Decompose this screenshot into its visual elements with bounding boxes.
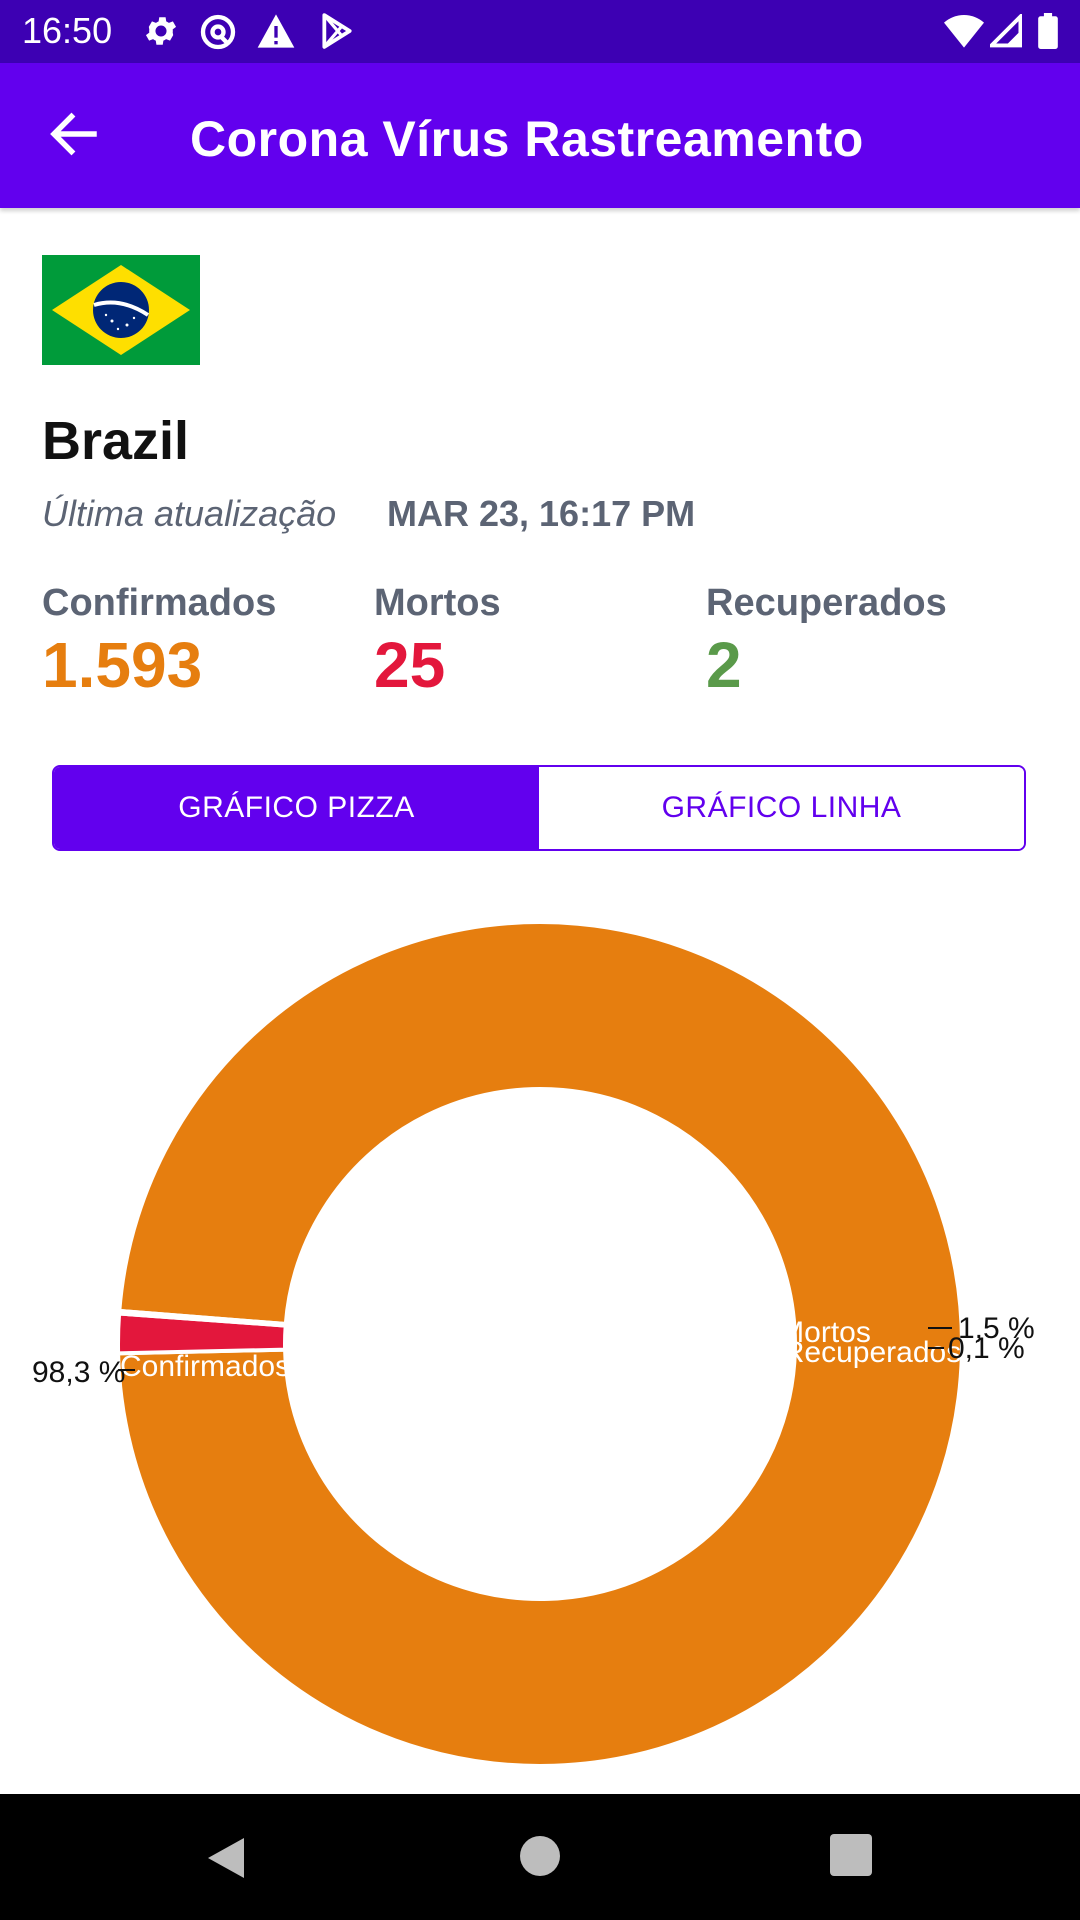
country-name: Brazil (42, 411, 190, 471)
status-bar: 16:50 (0, 0, 1080, 63)
recovered-value: 2 (706, 629, 742, 701)
nav-recents-icon[interactable] (830, 1834, 872, 1876)
line-chart-button[interactable]: GRÁFICO LINHA (539, 767, 1024, 849)
pie-chart-button[interactable]: GRÁFICO PIZZA (54, 767, 539, 849)
status-time: 16:50 (22, 10, 113, 51)
app-title: Corona Vírus Rastreamento (190, 111, 864, 167)
warning-icon (257, 14, 295, 48)
last-updated-value: MAR 23, 16:17 PM (387, 493, 696, 534)
confirmed-label: Confirmados (42, 582, 277, 624)
confirmed-value: 1.593 (42, 629, 203, 701)
back-button[interactable] (44, 104, 104, 164)
arrow-left-icon (50, 112, 97, 156)
battery-icon (1038, 13, 1058, 49)
recovered-label: Recuperados (706, 582, 947, 624)
gear-icon (145, 17, 177, 45)
slice-value-confirmados: 98,3 % (32, 1356, 125, 1389)
nav-home-icon[interactable] (518, 1834, 562, 1878)
pie-chart[interactable]: Confirmados98,3 %Mortos 1,5 %Recuperados0… (0, 900, 1080, 1790)
navigation-bar (0, 1794, 1080, 1920)
nav-back-icon[interactable] (204, 1834, 248, 1882)
slice-label-confirmados: Confirmados (120, 1350, 290, 1383)
slice-label-recuperados: Recuperados (783, 1336, 961, 1369)
play-store-icon (322, 13, 352, 49)
chart-type-toggle: GRÁFICO PIZZA GRÁFICO LINHA (52, 765, 1026, 851)
deaths-label: Mortos (374, 582, 501, 624)
signal-icon (990, 14, 1022, 48)
last-updated-label: Última atualização (42, 493, 337, 534)
brazil-flag-icon (42, 255, 200, 365)
deaths-value: 25 (374, 629, 446, 701)
slice-value-recuperados: 0,1 % (948, 1332, 1025, 1365)
at-sign-icon (200, 14, 236, 50)
wifi-icon (944, 15, 984, 48)
donut-hole (298, 1102, 782, 1586)
